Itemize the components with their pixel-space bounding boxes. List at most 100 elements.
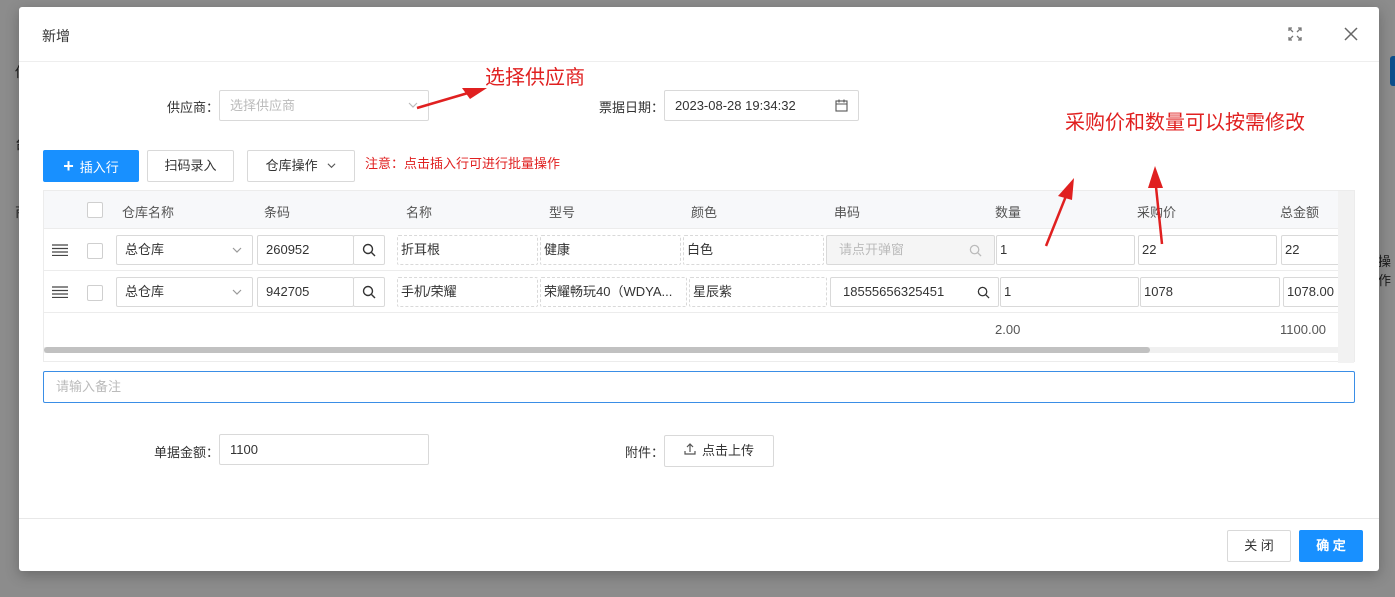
color-cell: 白色 xyxy=(683,235,824,265)
color-cell: 星辰紫 xyxy=(689,277,827,307)
search-icon xyxy=(977,286,990,299)
model-value: 健康 xyxy=(544,242,571,257)
serial-placeholder: 请点开弹窗 xyxy=(839,242,905,257)
col-total: 总金额 xyxy=(1280,205,1320,220)
upload-label: 点击上传 xyxy=(701,443,754,458)
attachment-label: 附件： xyxy=(624,445,664,460)
chevron-down-icon xyxy=(232,289,242,295)
bill-date-value: 2023-08-28 19:34:32 xyxy=(675,98,796,113)
confirm-button[interactable]: 确 定 xyxy=(1299,530,1363,562)
total-input[interactable]: 1078.00 xyxy=(1283,277,1340,307)
qty-value: 1 xyxy=(1004,284,1012,299)
model-value: 荣耀畅玩40（WDYA... xyxy=(544,284,673,299)
dialog-title: 新增 xyxy=(42,28,70,44)
col-qty: 数量 xyxy=(995,205,1022,220)
remark-placeholder: 请输入备注 xyxy=(56,379,122,394)
confirm-label: 确 定 xyxy=(1316,538,1346,553)
upload-icon xyxy=(684,443,696,455)
qty-value: 1 xyxy=(1000,242,1008,257)
fullscreen-icon[interactable] xyxy=(1286,25,1304,43)
close-button[interactable]: 关 闭 xyxy=(1227,530,1291,562)
supplier-select[interactable]: 选择供应商 xyxy=(219,90,429,121)
supplier-placeholder: 选择供应商 xyxy=(230,98,296,113)
warehouse-select[interactable]: 总仓库 xyxy=(116,277,253,307)
vertical-scrollbar[interactable] xyxy=(1338,191,1354,363)
supplier-annotation: 选择供应商 xyxy=(485,65,585,89)
name-cell: 手机/荣耀 xyxy=(397,277,538,307)
model-cell: 健康 xyxy=(540,235,681,265)
search-icon xyxy=(362,243,376,257)
row-checkbox[interactable] xyxy=(87,243,103,259)
serial-value: 18555656325451 xyxy=(843,284,945,299)
barcode-input[interactable]: 942705 xyxy=(257,277,354,307)
bill-amount-input[interactable]: 1100 xyxy=(219,434,429,465)
col-serial: 串码 xyxy=(834,205,861,220)
select-all-checkbox[interactable] xyxy=(87,202,103,218)
total-value: 22 xyxy=(1285,242,1300,257)
drag-handle-icon[interactable] xyxy=(52,286,68,298)
serial-input[interactable]: 18555656325451 xyxy=(830,277,999,307)
bill-date-picker[interactable]: 2023-08-28 19:34:32 xyxy=(664,90,859,121)
upload-button[interactable]: 点击上传 xyxy=(664,435,774,467)
search-icon xyxy=(362,285,376,299)
warehouse-ops-label: 仓库操作 xyxy=(265,158,318,173)
warehouse-ops-dropdown[interactable]: 仓库操作 xyxy=(247,150,355,182)
plus-icon: + xyxy=(63,156,74,176)
warehouse-select[interactable]: 总仓库 xyxy=(116,235,253,265)
serial-input[interactable]: 请点开弹窗 xyxy=(826,235,995,265)
insert-row-label: 插入行 xyxy=(79,160,119,175)
bill-amount-label: 单据金额： xyxy=(153,445,219,460)
col-barcode: 条码 xyxy=(264,205,291,220)
search-icon xyxy=(969,244,982,257)
calendar-icon xyxy=(835,99,848,112)
batch-note: 注意：点击插入行可进行批量操作 xyxy=(365,156,561,171)
table-row: 总仓库 942705 手机/荣耀 荣耀畅玩40（WDYA... 星辰紫 1855… xyxy=(44,271,1340,313)
supplier-label: 供应商： xyxy=(166,100,219,115)
horizontal-scrollbar[interactable] xyxy=(44,347,1150,353)
table-row: 总仓库 260952 折耳根 健康 白色 请点开弹窗 1 22 22 xyxy=(44,229,1340,271)
close-icon[interactable] xyxy=(1342,25,1360,43)
barcode-search-button[interactable] xyxy=(353,277,385,307)
scan-input-button[interactable]: 扫码录入 xyxy=(147,150,234,182)
edit-annotation: 采购价和数量可以按需修改 xyxy=(1065,110,1305,134)
barcode-search-button[interactable] xyxy=(353,235,385,265)
barcode-input[interactable]: 260952 xyxy=(257,235,354,265)
warehouse-value: 总仓库 xyxy=(125,284,165,299)
price-input[interactable]: 1078 xyxy=(1140,277,1280,307)
color-value: 星辰紫 xyxy=(693,284,733,299)
name-value: 手机/荣耀 xyxy=(401,284,457,299)
qty-input[interactable]: 1 xyxy=(1000,277,1139,307)
bill-amount-value: 1100 xyxy=(230,442,258,457)
price-value: 1078 xyxy=(1144,284,1173,299)
product-table: 仓库名称 条码 名称 型号 颜色 串码 数量 采购价 总金额 总仓库 26095… xyxy=(43,190,1355,363)
name-cell: 折耳根 xyxy=(397,235,538,265)
add-dialog: 新增 供应商： 选择供应商 票据日期： 2023-08-28 19:34:32 … xyxy=(19,7,1379,571)
total-input[interactable]: 22 xyxy=(1281,235,1340,265)
color-value: 白色 xyxy=(687,242,714,257)
chevron-down-icon xyxy=(327,163,336,169)
scan-input-label: 扫码录入 xyxy=(164,158,217,173)
insert-row-button[interactable]: + 插入行 xyxy=(43,150,139,182)
chevron-down-icon xyxy=(408,102,418,108)
col-warehouse: 仓库名称 xyxy=(122,205,175,220)
price-value: 22 xyxy=(1142,242,1157,257)
price-input[interactable]: 22 xyxy=(1138,235,1277,265)
name-value: 折耳根 xyxy=(401,242,441,257)
total-value: 1078.00 xyxy=(1287,284,1334,299)
warehouse-value: 总仓库 xyxy=(125,242,165,257)
total-sum: 1100.00 xyxy=(1280,322,1327,337)
barcode-value: 942705 xyxy=(266,284,310,299)
col-color: 颜色 xyxy=(691,205,718,220)
drag-handle-icon[interactable] xyxy=(52,244,68,256)
qty-sum: 2.00 xyxy=(995,322,1021,337)
col-name: 名称 xyxy=(406,205,433,220)
remark-textarea[interactable]: 请输入备注 xyxy=(43,371,1355,403)
dialog-header: 新增 xyxy=(19,7,1379,62)
table-header: 仓库名称 条码 名称 型号 颜色 串码 数量 采购价 总金额 xyxy=(44,191,1340,229)
row-checkbox[interactable] xyxy=(87,285,103,301)
model-cell: 荣耀畅玩40（WDYA... xyxy=(540,277,687,307)
qty-input[interactable]: 1 xyxy=(996,235,1135,265)
barcode-value: 260952 xyxy=(266,242,310,257)
dialog-footer: 关 闭 确 定 xyxy=(19,518,1379,571)
col-price: 采购价 xyxy=(1137,205,1177,220)
